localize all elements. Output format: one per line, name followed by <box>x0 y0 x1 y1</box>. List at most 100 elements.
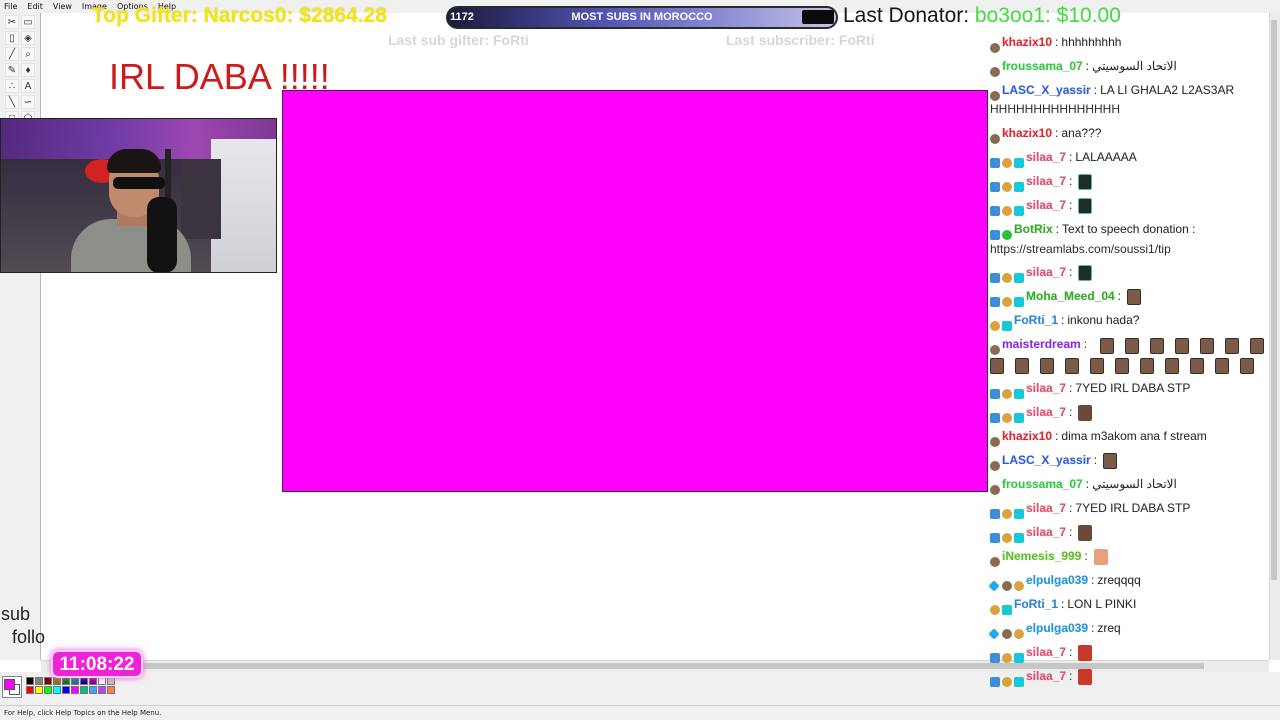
chat-badges <box>990 503 1026 519</box>
fill-icon[interactable]: ◈ <box>21 31 35 45</box>
chat-badges <box>990 647 1026 663</box>
chat-separator: : <box>1055 35 1059 49</box>
chat-emote <box>1040 358 1054 374</box>
palette-swatch[interactable] <box>44 677 52 685</box>
chat-username[interactable]: silaa_7 <box>1026 265 1066 279</box>
chat-emote <box>1190 358 1204 374</box>
chat-username[interactable]: maisterdream <box>1002 337 1081 351</box>
palette-swatch[interactable] <box>26 677 34 685</box>
chat-username[interactable]: silaa_7 <box>1026 645 1066 659</box>
menu-edit[interactable]: Edit <box>27 2 43 11</box>
free-select-icon[interactable]: ✂ <box>5 15 19 29</box>
text-tool-icon[interactable]: A <box>21 79 35 93</box>
chat-username[interactable]: silaa_7 <box>1026 669 1066 683</box>
chat-username[interactable]: FoRti_1 <box>1014 313 1058 327</box>
magnifier-icon[interactable]: ⌕ <box>21 47 35 61</box>
brush-icon[interactable]: ♦ <box>21 63 35 77</box>
palette-swatch[interactable] <box>35 677 43 685</box>
magenta-rectangle <box>282 90 988 492</box>
chat-username[interactable]: silaa_7 <box>1026 405 1066 419</box>
palette-swatch[interactable] <box>80 677 88 685</box>
emote-row <box>1100 338 1264 354</box>
palette-swatch[interactable] <box>89 677 97 685</box>
airbrush-icon[interactable]: ∴ <box>5 79 19 93</box>
chat-username[interactable]: froussama_07 <box>1002 477 1083 491</box>
palette-swatch[interactable] <box>53 677 61 685</box>
chat-username[interactable]: silaa_7 <box>1026 381 1066 395</box>
subscriber-icon <box>1014 532 1024 543</box>
chat-username[interactable]: silaa_7 <box>1026 198 1066 212</box>
pencil-icon[interactable]: ✎ <box>5 63 19 77</box>
chat-username[interactable]: silaa_7 <box>1026 525 1066 539</box>
chat-message: BotRix: Text to speech donation : <box>990 219 1269 240</box>
chat-username[interactable]: FoRti_1 <box>1014 597 1058 611</box>
chat-username[interactable]: LASC_X_yassir <box>1002 453 1091 467</box>
gold-badge-icon <box>1002 205 1012 216</box>
palette-swatch[interactable] <box>71 686 79 694</box>
chat-emote <box>1078 668 1093 685</box>
chat-text: Text to speech donation : <box>1062 222 1196 236</box>
emote-row <box>990 358 1254 374</box>
palette-swatch[interactable] <box>53 686 61 694</box>
foreground-color-swatch[interactable] <box>4 679 15 690</box>
chat-emote <box>1065 358 1079 374</box>
palette-swatch[interactable] <box>26 686 34 694</box>
chat-emote <box>1078 264 1093 281</box>
chat-emote <box>1115 358 1129 374</box>
vertical-scroll-thumb[interactable] <box>1271 20 1277 580</box>
chat-username[interactable]: silaa_7 <box>1026 501 1066 515</box>
palette-swatch[interactable] <box>62 677 70 685</box>
chat-message: khazix10: hhhhhhhhh <box>990 32 1269 53</box>
chat-username[interactable]: BotRix <box>1014 222 1053 236</box>
palette-swatch[interactable] <box>44 686 52 694</box>
chat-separator: : <box>1069 405 1073 419</box>
palette-swatch[interactable] <box>107 686 115 694</box>
chat-username[interactable]: khazix10 <box>1002 126 1052 140</box>
chat-separator: : <box>1069 645 1073 659</box>
chat-message: silaa_7: <box>990 262 1269 283</box>
palette-swatch[interactable] <box>98 677 106 685</box>
chat-username[interactable]: khazix10 <box>1002 429 1052 443</box>
line-icon[interactable]: ╲ <box>5 95 19 109</box>
palette-swatch[interactable] <box>98 686 106 694</box>
eraser-icon[interactable]: ▯ <box>5 31 19 45</box>
subscriber-icon <box>1014 272 1024 283</box>
sub-goal-title: MOST SUBS IN MOROCCO <box>571 11 713 23</box>
gold-badge-icon <box>1002 412 1012 423</box>
gold-badge-icon <box>1002 388 1012 399</box>
chat-username[interactable]: silaa_7 <box>1026 150 1066 164</box>
gold-badge-icon <box>1002 272 1012 283</box>
chat-username[interactable]: Moha_Meed_04 <box>1026 289 1115 303</box>
verified-icon <box>990 296 1000 307</box>
chat-username[interactable]: elpulga039 <box>1026 621 1088 635</box>
chat-username[interactable]: khazix10 <box>1002 35 1052 49</box>
chat-message: elpulga039: zreq <box>988 618 1269 640</box>
chat-username[interactable]: iNemesis_999 <box>1002 549 1081 563</box>
palette-swatch[interactable] <box>35 686 43 694</box>
chat-badges <box>990 407 1026 423</box>
subscriber-icon <box>1014 205 1024 216</box>
chat-username[interactable]: froussama_07 <box>1002 59 1083 73</box>
chat-link[interactable]: https://streamlabs.com/soussi1/tip <box>990 239 1171 259</box>
palette-swatch[interactable] <box>80 686 88 694</box>
curve-icon[interactable]: ∽ <box>21 95 35 109</box>
last-donator-value: bo3oo1: $10.00 <box>974 4 1121 27</box>
palette-swatch[interactable] <box>107 677 115 685</box>
palette-swatch[interactable] <box>89 686 97 694</box>
chat-text: ana??? <box>1061 126 1102 140</box>
palette-swatch[interactable] <box>62 686 70 694</box>
gold-badge-icon <box>1014 580 1024 591</box>
menu-file[interactable]: File <box>4 2 17 11</box>
menu-view[interactable]: View <box>53 2 72 11</box>
subscriber-icon <box>1014 652 1024 663</box>
palette-swatch[interactable] <box>71 677 79 685</box>
chat-username[interactable]: LASC_X_yassir <box>1002 83 1091 97</box>
chat-username[interactable]: silaa_7 <box>1026 174 1066 188</box>
verified-icon <box>990 532 1000 543</box>
chat-badges <box>990 551 1002 567</box>
avatar-icon <box>1002 628 1012 639</box>
chat-username[interactable]: elpulga039 <box>1026 573 1088 587</box>
avatar-icon <box>990 436 1000 447</box>
rect-select-icon[interactable]: ▭ <box>21 15 35 29</box>
eyedropper-icon[interactable]: ╱ <box>5 47 19 61</box>
